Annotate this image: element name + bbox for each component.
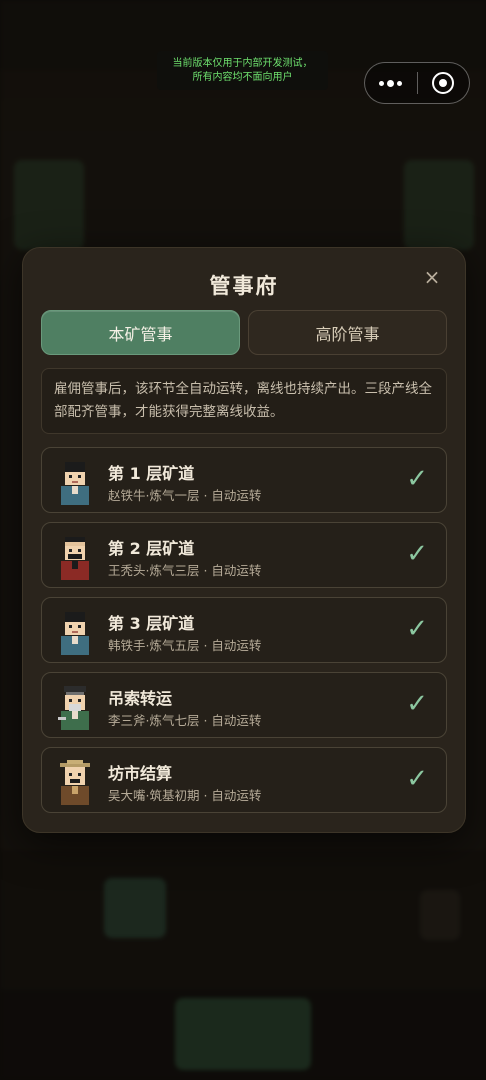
exit-button[interactable] [417,63,469,103]
miner-avatar-icon [61,462,89,505]
close-icon[interactable]: × [421,266,443,288]
target-circle-icon [432,72,455,94]
miniprogram-capsule [364,62,470,104]
list-item[interactable]: 坊市结算 吴大嘴·筑基初期 · 自动运转 ✓ [41,747,447,813]
item-subtitle: 赵铁牛·炼气一层 · 自动运转 [108,488,262,503]
item-subtitle: 李三斧·炼气七层 · 自动运转 [108,713,262,728]
item-subtitle: 王秃头·炼气三层 · 自动运转 [108,563,262,578]
tab-mine-steward[interactable]: 本矿管事 [41,310,240,355]
item-title: 吊索转运 [108,689,173,708]
item-title: 第 1 层矿道 [108,464,195,483]
merchant-avatar-icon [60,760,90,805]
list-item[interactable]: 第 1 层矿道 赵铁牛·炼气一层 · 自动运转 ✓ [41,447,447,513]
dev-notice-line-2: 所有内容均不面向用户 [192,71,293,83]
list-item[interactable]: 第 3 层矿道 韩铁手·炼气五层 · 自动运转 ✓ [41,597,447,663]
item-title: 坊市结算 [108,764,173,783]
item-subtitle: 吴大嘴·筑基初期 · 自动运转 [108,788,262,803]
dev-test-notice: 当前版本仅用于内部开发测试， 所有内容均不面向用户 [157,51,328,90]
miner-avatar-icon [61,537,89,580]
description-box: 雇佣管事后，该环节全自动运转，离线也持续产出。三段产线全部配齐管事，才能获得完整… [41,368,447,434]
item-title: 第 3 层矿道 [108,614,195,633]
dev-notice-line-1: 当前版本仅用于内部开发测试， [172,57,313,69]
tab-senior-steward[interactable]: 高阶管事 [248,310,447,355]
check-icon: ✓ [406,464,428,494]
more-button[interactable] [365,63,417,103]
check-icon: ✓ [406,689,428,719]
elder-avatar-icon [58,686,89,730]
steward-modal: 管事府 × 本矿管事 高阶管事 雇佣管事后，该环节全自动运转，离线也持续产出。三… [22,247,466,833]
item-subtitle: 韩铁手·炼气五层 · 自动运转 [108,638,262,653]
list-item[interactable]: 第 2 层矿道 王秃头·炼气三层 · 自动运转 ✓ [41,522,447,588]
item-title: 第 2 层矿道 [108,539,195,558]
steward-tabs: 本矿管事 高阶管事 [41,310,447,355]
miner-avatar-icon [61,612,89,655]
modal-title: 管事府 [209,274,279,298]
check-icon: ✓ [406,539,428,569]
list-item[interactable]: 吊索转运 李三斧·炼气七层 · 自动运转 ✓ [41,672,447,738]
check-icon: ✓ [406,614,428,644]
steward-list: 第 1 层矿道 赵铁牛·炼气一层 · 自动运转 ✓ 第 2 层矿道 王秃头·炼气… [41,447,447,822]
more-dots-icon [379,79,403,87]
check-icon: ✓ [406,764,428,794]
